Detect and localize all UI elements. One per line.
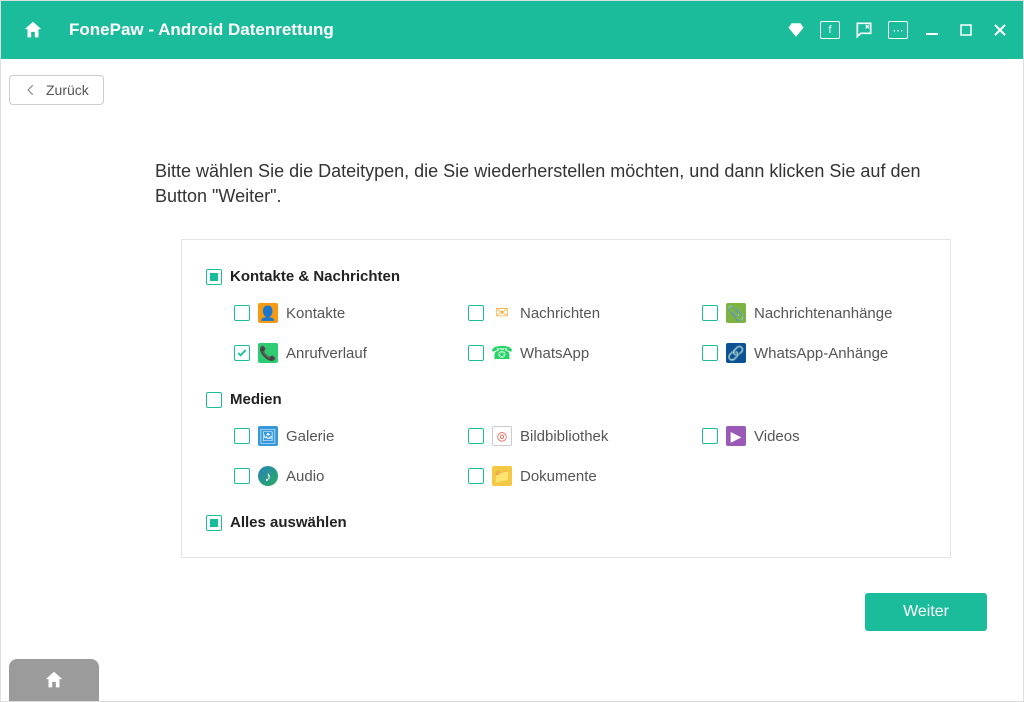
label-dokumente: Dokumente [520, 468, 597, 485]
label-msgattach: Nachrichtenanhänge [754, 305, 892, 322]
close-button[interactable] [989, 19, 1011, 41]
section-contacts-header[interactable]: Kontakte & Nachrichten [206, 268, 926, 285]
media-grid: 🖼 Galerie ◎ Bildbibliothek ▶ Videos ♪ Au… [206, 426, 926, 486]
selection-panel: Kontakte & Nachrichten 👤 Kontakte ✉ Nach… [181, 239, 951, 558]
whatsapp-attachment-icon: 🔗 [726, 343, 746, 363]
item-dokumente[interactable]: 📁 Dokumente [468, 466, 692, 486]
back-label: Zurück [46, 82, 89, 98]
phone-icon: 📞 [258, 343, 278, 363]
section-media-title: Medien [230, 391, 282, 408]
item-msgattach[interactable]: 📎 Nachrichtenanhänge [702, 303, 926, 323]
audio-icon: ♪ [258, 466, 278, 486]
select-all-label: Alles auswählen [230, 514, 347, 531]
checkbox-msgattach[interactable] [702, 305, 718, 321]
next-button[interactable]: Weiter [865, 593, 987, 631]
label-whatsapp: WhatsApp [520, 345, 589, 362]
label-kontakte: Kontakte [286, 305, 345, 322]
item-whatsapp[interactable]: ☎ WhatsApp [468, 343, 692, 363]
instruction-text: Bitte wählen Sie die Dateitypen, die Sie… [155, 159, 971, 209]
checkbox-bild[interactable] [468, 428, 484, 444]
label-videos: Videos [754, 428, 800, 445]
home-button[interactable] [13, 10, 53, 50]
checkbox-nachrichten[interactable] [468, 305, 484, 321]
item-bild[interactable]: ◎ Bildbibliothek [468, 426, 692, 446]
item-waattach[interactable]: 🔗 WhatsApp-Anhänge [702, 343, 926, 363]
checkbox-galerie[interactable] [234, 428, 250, 444]
checkbox-select-all[interactable] [206, 515, 222, 531]
checkbox-videos[interactable] [702, 428, 718, 444]
more-icon[interactable]: ⋯ [887, 19, 909, 41]
back-button[interactable]: Zurück [9, 75, 104, 105]
gallery-icon: 🖼 [258, 426, 278, 446]
checkbox-anruf[interactable] [234, 345, 250, 361]
contacts-grid: 👤 Kontakte ✉ Nachrichten 📎 Nachrichtenan… [206, 303, 926, 363]
label-galerie: Galerie [286, 428, 334, 445]
contact-icon: 👤 [258, 303, 278, 323]
window-controls: f ⋯ [785, 19, 1011, 41]
bottom-home-tab[interactable] [9, 659, 99, 701]
item-nachrichten[interactable]: ✉ Nachrichten [468, 303, 692, 323]
attachment-icon: 📎 [726, 303, 746, 323]
label-anruf: Anrufverlauf [286, 345, 367, 362]
checkbox-section-contacts[interactable] [206, 269, 222, 285]
document-icon: 📁 [492, 466, 512, 486]
checkbox-waattach[interactable] [702, 345, 718, 361]
label-bild: Bildbibliothek [520, 428, 608, 445]
checkbox-section-media[interactable] [206, 392, 222, 408]
next-label: Weiter [903, 603, 949, 620]
section-contacts-title: Kontakte & Nachrichten [230, 268, 400, 285]
arrow-left-icon [24, 83, 38, 97]
checkbox-audio[interactable] [234, 468, 250, 484]
home-icon [43, 669, 65, 691]
section-media-header[interactable]: Medien [206, 391, 926, 408]
maximize-button[interactable] [955, 19, 977, 41]
minimize-button[interactable] [921, 19, 943, 41]
message-icon: ✉ [492, 303, 512, 323]
diamond-icon[interactable] [785, 19, 807, 41]
item-anruf[interactable]: 📞 Anrufverlauf [234, 343, 458, 363]
label-audio: Audio [286, 468, 324, 485]
app-title: FonePaw - Android Datenrettung [69, 20, 334, 40]
feedback-icon[interactable] [853, 19, 875, 41]
checkbox-whatsapp[interactable] [468, 345, 484, 361]
image-library-icon: ◎ [492, 426, 512, 446]
home-icon [22, 19, 44, 41]
titlebar: FonePaw - Android Datenrettung f ⋯ [1, 1, 1023, 59]
label-waattach: WhatsApp-Anhänge [754, 345, 888, 362]
checkbox-dokumente[interactable] [468, 468, 484, 484]
content-area: Bitte wählen Sie die Dateitypen, die Sie… [1, 59, 1023, 558]
checkbox-kontakte[interactable] [234, 305, 250, 321]
whatsapp-icon: ☎ [492, 343, 512, 363]
video-icon: ▶ [726, 426, 746, 446]
label-nachrichten: Nachrichten [520, 305, 600, 322]
item-audio[interactable]: ♪ Audio [234, 466, 458, 486]
item-videos[interactable]: ▶ Videos [702, 426, 926, 446]
facebook-icon[interactable]: f [819, 19, 841, 41]
item-kontakte[interactable]: 👤 Kontakte [234, 303, 458, 323]
select-all-row[interactable]: Alles auswählen [206, 514, 926, 531]
item-galerie[interactable]: 🖼 Galerie [234, 426, 458, 446]
